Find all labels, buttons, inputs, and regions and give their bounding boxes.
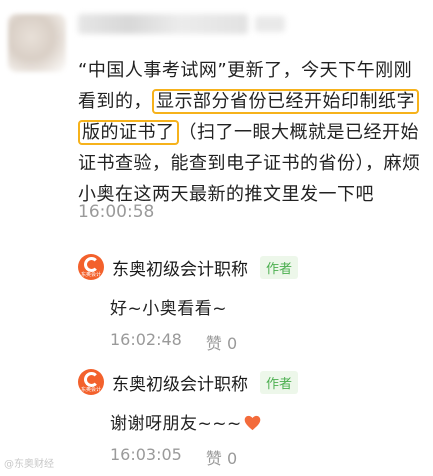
comment-time: 16:00:58 [78, 202, 155, 222]
reply-text: 好~小奥看看~ [110, 299, 227, 319]
reply-text: 谢谢呀朋友~~~ [110, 414, 242, 434]
author-logo-icon[interactable]: 东奥会计 [78, 254, 104, 280]
author-badge: 作者 [260, 255, 299, 279]
reply-text-row: 谢谢呀朋友~~~ [110, 409, 418, 434]
watermark: @东奥财经 [4, 459, 54, 470]
author-logo-icon[interactable]: 东奥会计 [78, 369, 104, 395]
reply-author[interactable]: 东奥初级会计职称 [112, 255, 248, 280]
user-avatar[interactable] [8, 14, 66, 72]
logo-text: 东奥会计 [80, 387, 101, 393]
highlight-box: 显示部分省份已经开始印制纸字 [152, 89, 419, 114]
reply-time: 16:03:05 [110, 445, 182, 464]
reply-item: 东奥会计 东奥初级会计职称 作者 谢谢呀朋友~~~ 16:03:05 赞 0 [78, 367, 418, 469]
user-name-blurred [78, 14, 248, 34]
heart-icon [244, 415, 261, 431]
comment-text: “中国人事考试网”更新了，今天下午刚刚看到的， 显示部分省份已经开始印制纸字 版的证… [78, 55, 423, 210]
highlight-box: 版的证书了 [78, 120, 179, 145]
user-name-blurred-suffix [255, 16, 285, 32]
reply-time: 16:02:48 [110, 330, 182, 349]
reply-author[interactable]: 东奥初级会计职称 [112, 370, 248, 395]
author-badge: 作者 [260, 370, 299, 394]
reply-item: 东奥会计 东奥初级会计职称 作者 好~小奥看看~ 16:02:48 赞 0 [78, 252, 418, 354]
like-button[interactable]: 赞 0 [206, 445, 237, 469]
logo-text: 东奥会计 [80, 272, 101, 278]
like-button[interactable]: 赞 0 [206, 330, 237, 354]
